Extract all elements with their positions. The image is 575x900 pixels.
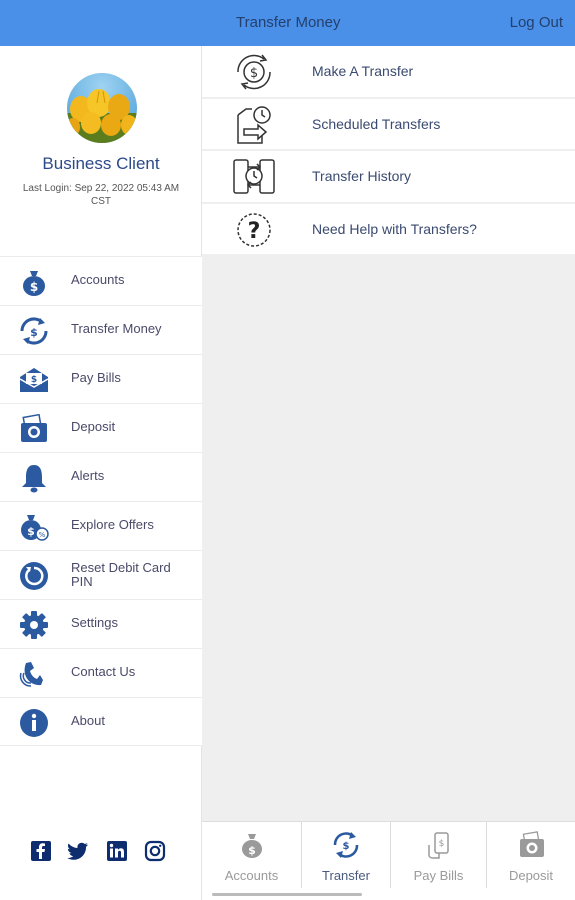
tulips-photo-icon [67,73,137,143]
make-transfer-label: Make A Transfer [312,63,414,79]
bottom-nav-transfer[interactable]: $ Transfer [302,822,391,888]
avatar [67,73,137,143]
sidebar-item-label: About [71,713,105,728]
svg-text:$: $ [30,326,38,339]
bottom-nav-deposit[interactable]: Deposit [487,822,575,888]
make-transfer-option[interactable]: $ Make A Transfer [202,46,575,99]
transfer-options-panel: $ Make A Transfer Scheduled Transfers Tr… [202,46,575,821]
sidebar-item-label: Explore Offers [71,517,154,532]
envelope-dollar-icon: $ [19,368,49,392]
svg-text:$: $ [439,839,445,849]
camera-check-icon [21,414,47,442]
sidebar-item-label: Alerts [71,468,105,483]
svg-text:$: $ [250,66,258,81]
money-bag-icon: $ [23,271,45,296]
svg-text:$: $ [248,844,256,857]
bottom-navigation: $ Accounts $ Transfer $ Pay Bills Deposi… [202,821,575,900]
sidebar-item-label: Reset Debit Card PIN [71,560,171,589]
bottom-nav-pay-bills[interactable]: $ Pay Bills [391,822,487,888]
last-login-text: Last Login: Sep 22, 2022 05:43 AM CST [22,183,180,207]
linkedin-icon[interactable] [105,839,129,863]
sidebar-menu: $ Accounts $ Transfer Money $ Pay Bills … [0,256,202,746]
reset-icon [20,562,48,590]
offers-bag-icon: $ % [21,515,49,541]
scheduled-transfer-icon [237,105,271,144]
bottom-nav-label: Accounts [224,868,279,883]
bottom-nav-label: Deposit [508,868,554,883]
sidebar-item-transfer-money[interactable]: $ Transfer Money [0,305,202,354]
sidebar-item-label: Transfer Money [71,321,162,336]
transfer-icon: $ [20,317,48,345]
sidebar-item-label: Deposit [71,419,116,434]
svg-text:$: $ [343,841,350,852]
logout-button[interactable]: Log Out [510,14,563,31]
bell-icon [22,465,46,493]
sidebar-item-explore-offers[interactable]: $ % Explore Offers [0,501,202,550]
info-icon [20,709,48,737]
page-title: Transfer Money [236,14,341,31]
sidebar-item-label: Accounts [71,272,125,287]
svg-text:$: $ [30,280,38,294]
sidebar-item-pay-bills[interactable]: $ Pay Bills [0,354,202,403]
sidebar-item-settings[interactable]: Settings [0,599,202,648]
scheduled-transfers-option[interactable]: Scheduled Transfers [202,98,575,151]
transfer-help-label: Need Help with Transfers? [312,220,477,237]
profile-name: Business Client [42,154,160,173]
svg-text:$: $ [27,525,35,538]
sidebar-item-reset-pin[interactable]: Reset Debit Card PIN [0,550,202,599]
sidebar-item-accounts[interactable]: $ Accounts [0,256,202,305]
bottom-nav-label: Pay Bills [413,868,464,883]
transfer-icon: $ [333,832,359,858]
sidebar-item-label: Settings [71,615,118,630]
bottom-nav-label: Transfer [322,868,370,883]
camera-check-icon [520,831,544,857]
phone-bill-icon: $ [428,832,449,859]
transfer-history-option[interactable]: Transfer History [202,151,575,204]
svg-text:$: $ [31,375,37,385]
sidebar-item-about[interactable]: About [0,697,202,746]
instagram-icon[interactable] [143,839,167,863]
transfer-history-label: Transfer History [312,168,412,184]
sidebar-item-contact-us[interactable]: Contact Us [0,648,202,697]
sidebar-item-label: Pay Bills [71,370,121,385]
sidebar-item-label: Contact Us [71,664,136,679]
transfer-history-icon [233,159,275,194]
twitter-icon[interactable] [66,839,90,863]
svg-text:?: ? [248,219,261,244]
transfer-help-option[interactable]: ? Need Help with Transfers? [202,203,575,256]
sidebar: Business Client Last Login: Sep 22, 2022… [0,46,202,900]
facebook-icon[interactable] [29,839,53,863]
bottom-nav-accounts[interactable]: $ Accounts [202,822,302,888]
sidebar-item-deposit[interactable]: Deposit [0,403,202,452]
profile-section: Business Client Last Login: Sep 22, 2022… [0,46,202,256]
question-icon: ? [237,212,271,247]
dollar-cycle-icon: $ [237,54,271,90]
scheduled-transfers-label: Scheduled Transfers [312,115,441,132]
sidebar-item-alerts[interactable]: Alerts [0,452,202,501]
phone-icon [19,662,43,687]
top-app-bar: Transfer Money Log Out [0,0,575,46]
svg-text:%: % [39,531,46,539]
gear-icon [20,611,48,639]
home-indicator [212,893,362,896]
money-bag-icon: $ [242,834,262,858]
social-links [0,839,202,867]
